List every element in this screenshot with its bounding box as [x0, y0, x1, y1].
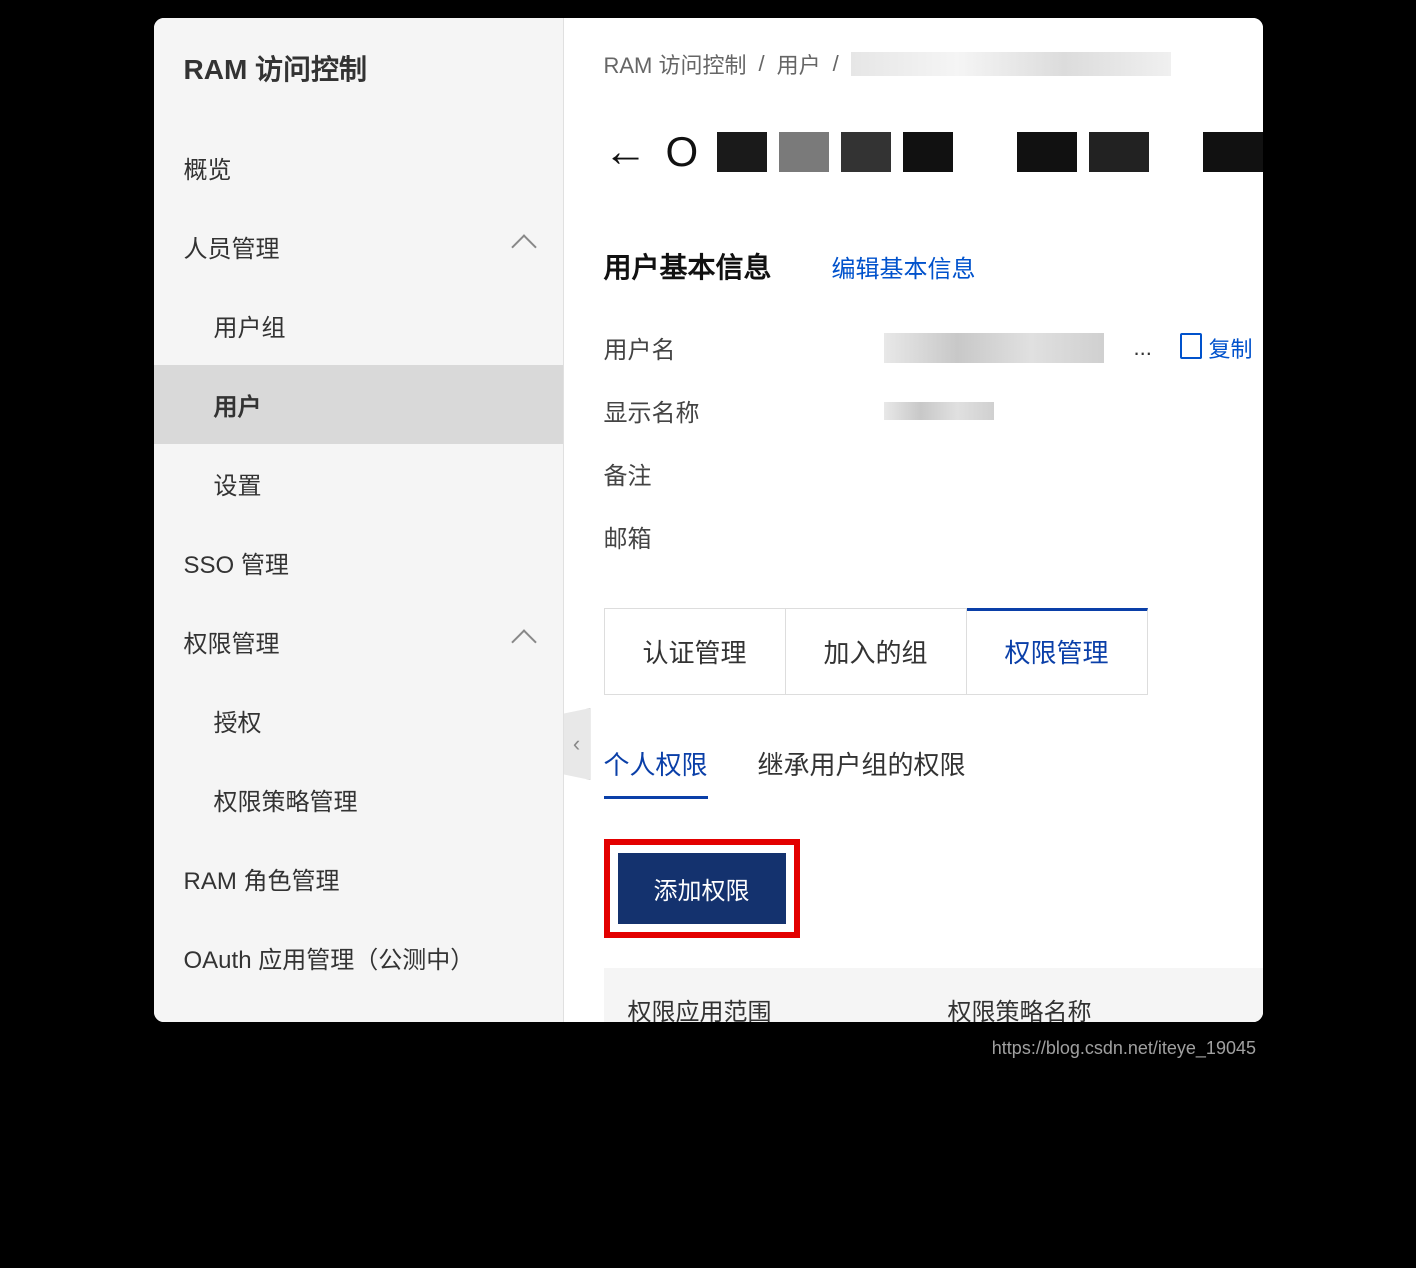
field-displayname: 显示名称	[604, 379, 1263, 442]
field-username: 用户名 ... 复制	[604, 316, 1263, 379]
sidebar-item-sso[interactable]: SSO 管理	[154, 523, 563, 602]
sidebar-item-policies[interactable]: 权限策略管理	[154, 760, 563, 839]
page-title-redacted	[717, 132, 1262, 172]
field-label: 邮箱	[604, 519, 864, 554]
edit-basic-info-link[interactable]: 编辑基本信息	[832, 249, 976, 284]
chevron-left-icon: ‹	[573, 731, 580, 757]
sidebar-item-label: 授权	[214, 710, 262, 737]
add-permission-button[interactable]: 添加权限	[618, 853, 786, 924]
app-window: RAM 访问控制 概览 人员管理 用户组 用户 设置 SSO 管理 权限管理 授…	[146, 10, 1271, 1030]
field-email: 邮箱	[604, 505, 1263, 568]
subtab-label: 继承用户组的权限	[758, 750, 966, 780]
permission-table-header: 权限应用范围 权限策略名称	[604, 968, 1263, 1022]
subtab-personal[interactable]: 个人权限	[604, 745, 708, 799]
field-label: 备注	[604, 456, 864, 491]
back-arrow-icon[interactable]: ←	[604, 130, 648, 174]
tab-label: 认证管理	[643, 638, 747, 668]
sidebar-item-label: OAuth 应用管理（公测中）	[184, 940, 475, 975]
chevron-up-icon	[511, 234, 536, 259]
subtab-inherited[interactable]: 继承用户组的权限	[758, 745, 966, 799]
copy-icon	[1184, 337, 1202, 359]
field-label: 用户名	[604, 330, 864, 365]
page-title-prefix: O	[666, 128, 700, 176]
breadcrumb-root[interactable]: RAM 访问控制	[604, 48, 747, 80]
sidebar-item-settings[interactable]: 设置	[154, 444, 563, 523]
field-remark: 备注	[604, 442, 1263, 505]
sidebar-item-users[interactable]: 用户	[154, 365, 563, 444]
tabs: 认证管理 加入的组 权限管理	[604, 608, 1263, 695]
breadcrumb-current-redacted	[851, 52, 1171, 76]
field-label: 显示名称	[604, 393, 864, 428]
sidebar-item-label: SSO 管理	[184, 545, 289, 580]
sidebar-item-people[interactable]: 人员管理	[154, 207, 563, 286]
table-col-scope: 权限应用范围	[628, 992, 948, 1022]
subtabs: 个人权限 继承用户组的权限	[604, 745, 1263, 799]
sidebar-item-label: 概览	[184, 150, 232, 185]
sidebar-title: RAM 访问控制	[154, 18, 563, 128]
basic-info-section: 用户基本信息 编辑基本信息 用户名 ... 复制 显示名称 备注 邮箱	[604, 246, 1263, 568]
watermark: https://blog.csdn.net/iteye_19045	[992, 1038, 1406, 1059]
sidebar-item-label: 权限策略管理	[214, 789, 358, 816]
breadcrumb-sep: /	[833, 51, 839, 77]
copy-label: 复制	[1208, 332, 1252, 364]
main-panel: ‹ RAM 访问控制 / 用户 / ← O	[564, 18, 1263, 1022]
add-permission-highlight: 添加权限	[604, 839, 800, 938]
basic-info-title: 用户基本信息	[604, 246, 772, 286]
sidebar-collapse-handle[interactable]: ‹	[564, 708, 591, 780]
sidebar-item-roles[interactable]: RAM 角色管理	[154, 839, 563, 918]
sidebar-item-label: 用户组	[214, 315, 286, 342]
tab-label: 权限管理	[1005, 638, 1109, 668]
sidebar-item-label: 人员管理	[184, 229, 280, 264]
tab-auth[interactable]: 认证管理	[604, 608, 786, 695]
sidebar: RAM 访问控制 概览 人员管理 用户组 用户 设置 SSO 管理 权限管理 授…	[154, 18, 564, 1022]
field-value-redacted	[884, 333, 1104, 363]
breadcrumb: RAM 访问控制 / 用户 /	[604, 48, 1263, 80]
tab-label: 加入的组	[824, 638, 928, 668]
copy-button[interactable]: 复制	[1184, 332, 1252, 364]
sidebar-item-oauth[interactable]: OAuth 应用管理（公测中）	[154, 918, 563, 997]
table-col-policy: 权限策略名称	[948, 992, 1239, 1022]
field-value-redacted	[884, 402, 994, 420]
breadcrumb-sep: /	[759, 51, 765, 77]
subtab-label: 个人权限	[604, 750, 708, 780]
tab-groups[interactable]: 加入的组	[786, 608, 967, 695]
tab-permissions[interactable]: 权限管理	[967, 608, 1148, 695]
sidebar-item-label: 权限管理	[184, 624, 280, 659]
sidebar-item-usergroups[interactable]: 用户组	[154, 286, 563, 365]
sidebar-item-overview[interactable]: 概览	[154, 128, 563, 207]
chevron-up-icon	[511, 629, 536, 654]
page-header: ← O	[604, 128, 1263, 176]
sidebar-item-label: RAM 角色管理	[184, 861, 340, 896]
breadcrumb-users[interactable]: 用户	[777, 48, 821, 80]
sidebar-item-grants[interactable]: 授权	[154, 681, 563, 760]
sidebar-item-permissions[interactable]: 权限管理	[154, 602, 563, 681]
sidebar-item-label: 设置	[214, 473, 262, 500]
ellipsis: ...	[1134, 335, 1152, 361]
sidebar-item-label: 用户	[214, 394, 262, 421]
